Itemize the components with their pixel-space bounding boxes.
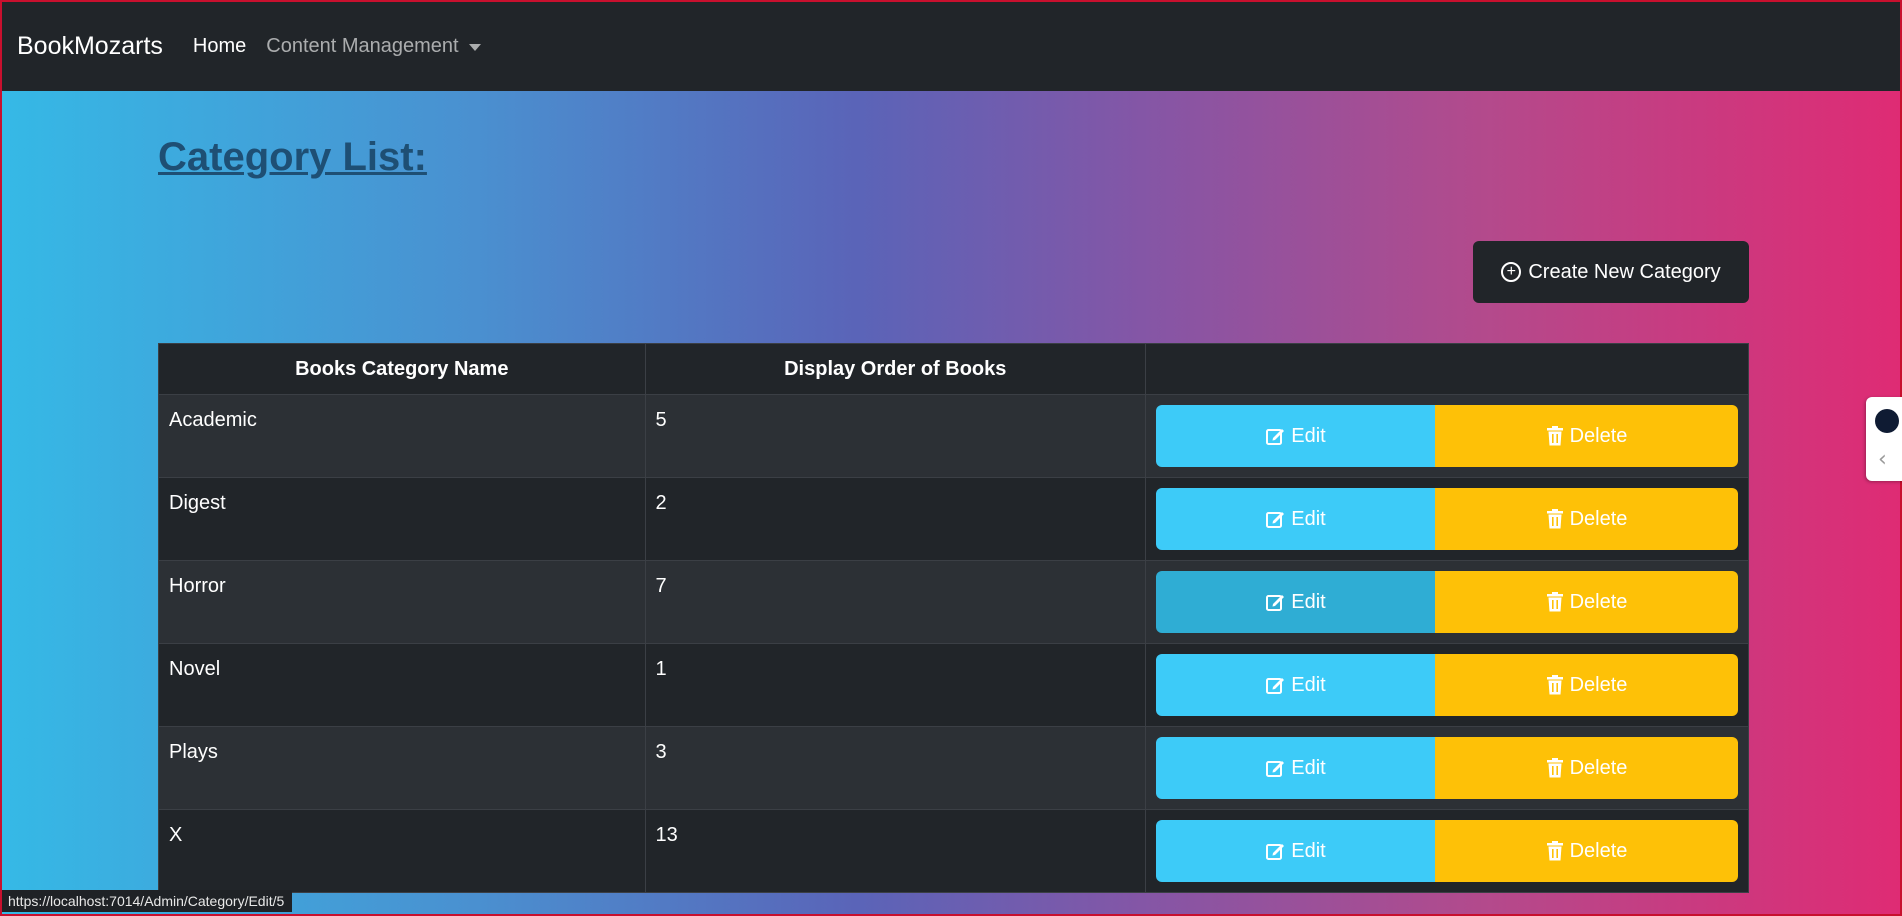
status-bar-url: https://localhost:7014/Admin/Category/Ed… [2,890,293,912]
trash-icon [1546,675,1564,695]
display-order-cell: 5 [644,394,1146,478]
action-button-group: Edit Delete [1155,654,1738,716]
category-name-cell: Plays [158,726,646,810]
brand-link[interactable]: BookMozarts [17,32,163,61]
edit-label: Edit [1291,756,1326,779]
actions-cell: Edit Delete [1144,394,1750,478]
table-row: Novel 1 Edit Delete [158,643,1750,727]
display-order-cell: 3 [644,726,1146,810]
edit-label: Edit [1291,590,1326,613]
header-category-name: Books Category Name [158,343,646,395]
navbar: BookMozarts Home Content Management [2,2,1900,91]
side-panel-widget[interactable]: ‹ [1866,397,1902,481]
edit-label: Edit [1291,673,1326,696]
delete-button[interactable]: Delete [1434,654,1738,716]
category-name-cell: Horror [158,560,646,644]
category-table: Books Category Name Display Order of Boo… [158,343,1750,893]
category-name-cell: X [158,809,646,893]
edit-button[interactable]: Edit [1155,488,1435,550]
display-order-cell: 2 [644,477,1146,561]
category-name-cell: Academic [158,394,646,478]
action-button-group: Edit Delete [1155,820,1738,882]
edit-button[interactable]: Edit [1155,571,1435,633]
display-order-cell: 7 [644,560,1146,644]
delete-label: Delete [1569,839,1628,862]
create-button-label: Create New Category [1528,260,1721,283]
edit-icon [1265,592,1285,612]
table-row: Digest 2 Edit Delete [158,477,1750,561]
header-display-order: Display Order of Books [644,343,1146,395]
trash-icon [1546,592,1564,612]
header-actions [1144,343,1750,395]
category-name-cell: Novel [158,643,646,727]
delete-label: Delete [1569,507,1628,530]
edit-label: Edit [1291,839,1326,862]
edit-icon [1265,675,1285,695]
table-header-row: Books Category Name Display Order of Boo… [158,343,1750,395]
trash-icon [1546,841,1564,861]
actions-cell: Edit Delete [1144,560,1750,644]
table-row: Academic 5 Edit Delete [158,394,1750,478]
action-button-group: Edit Delete [1155,488,1738,550]
delete-button[interactable]: Delete [1434,488,1738,550]
action-button-group: Edit Delete [1155,571,1738,633]
delete-button[interactable]: Delete [1434,820,1738,882]
edit-icon [1265,426,1285,446]
display-order-cell: 1 [644,643,1146,727]
nav-home[interactable]: Home [193,35,246,58]
actions-cell: Edit Delete [1144,726,1750,810]
edit-label: Edit [1291,424,1326,447]
edit-icon [1265,758,1285,778]
delete-label: Delete [1569,424,1628,447]
delete-button[interactable]: Delete [1434,405,1738,467]
nav-content-management[interactable]: Content Management [266,35,481,58]
table-row: X 13 Edit Delete [158,809,1750,893]
trash-icon [1546,426,1564,446]
delete-button[interactable]: Delete [1434,571,1738,633]
delete-button[interactable]: Delete [1434,737,1738,799]
actions-cell: Edit Delete [1144,809,1750,893]
edit-button[interactable]: Edit [1155,737,1435,799]
chevron-left-icon[interactable]: ‹ [1878,447,1887,472]
edit-icon [1265,841,1285,861]
plus-circle-icon: + [1501,262,1522,282]
edit-button[interactable]: Edit [1155,654,1435,716]
actions-cell: Edit Delete [1144,477,1750,561]
trash-icon [1546,509,1564,529]
create-new-category-button[interactable]: + Create New Category [1473,241,1749,303]
action-button-group: Edit Delete [1155,405,1738,467]
edit-button[interactable]: Edit [1155,820,1435,882]
table-row: Plays 3 Edit Delete [158,726,1750,810]
caret-down-icon [468,44,481,51]
nav-content-management-label: Content Management [266,35,459,57]
trash-icon [1546,758,1564,778]
delete-label: Delete [1569,756,1628,779]
category-name-cell: Digest [158,477,646,561]
actions-cell: Edit Delete [1144,643,1750,727]
page-title: Category List: [158,135,427,179]
delete-label: Delete [1569,673,1628,696]
display-order-cell: 13 [644,809,1146,893]
edit-label: Edit [1291,507,1326,530]
table-row: Horror 7 Edit Delete [158,560,1750,644]
assistant-icon[interactable] [1875,409,1899,433]
edit-button[interactable]: Edit [1155,405,1435,467]
edit-icon [1265,509,1285,529]
delete-label: Delete [1569,590,1628,613]
action-button-group: Edit Delete [1155,737,1738,799]
